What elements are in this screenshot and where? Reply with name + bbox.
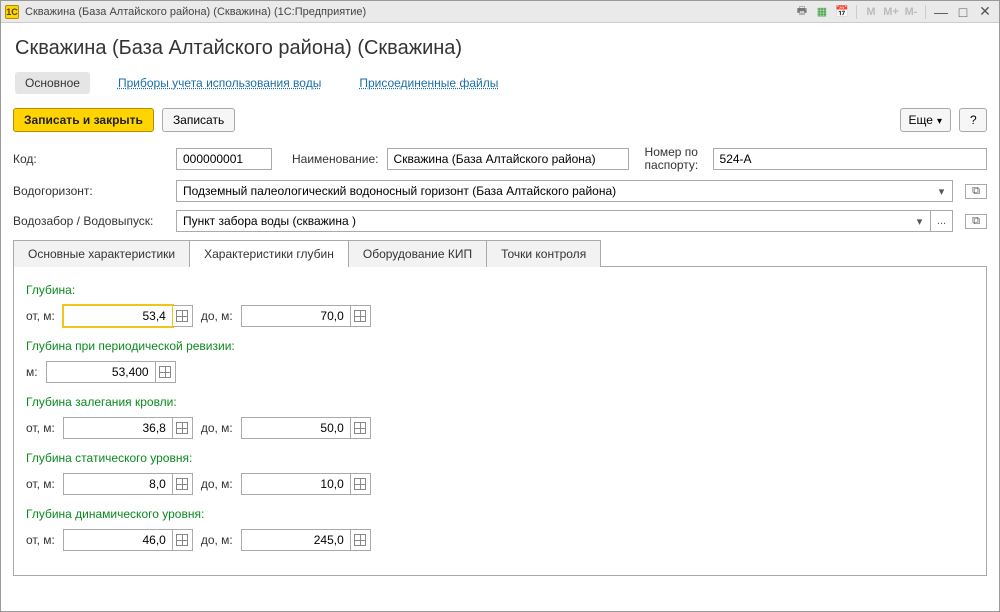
- calculator-icon[interactable]: [173, 305, 193, 327]
- tab-control-points[interactable]: Точки контроля: [486, 240, 601, 267]
- depth-to-label: до, м:: [201, 309, 233, 323]
- calc-toolbar-icon[interactable]: ▦: [813, 4, 831, 20]
- roof-to-input[interactable]: [241, 417, 351, 439]
- depth-to-input[interactable]: [241, 305, 351, 327]
- m-label: м:: [26, 365, 38, 379]
- page-title: Скважина (База Алтайского района) (Скваж…: [15, 37, 987, 60]
- dynamic-from-label: от, м:: [26, 533, 55, 547]
- depth-from-input[interactable]: [63, 305, 173, 327]
- minimize-button[interactable]: —: [931, 4, 951, 20]
- memory-mminus-icon[interactable]: M-: [902, 4, 920, 20]
- calendar-icon[interactable]: 📅: [833, 4, 851, 20]
- tab-equipment[interactable]: Оборудование КИП: [348, 240, 487, 267]
- code-label: Код:: [13, 152, 168, 166]
- static-level-label: Глубина статического уровня:: [26, 451, 974, 465]
- revision-depth-wrap: [46, 361, 176, 383]
- intake-open-button[interactable]: [965, 214, 987, 229]
- separator: [925, 5, 926, 19]
- static-to-input[interactable]: [241, 473, 351, 495]
- calculator-icon[interactable]: [173, 417, 193, 439]
- static-from-input[interactable]: [63, 473, 173, 495]
- intake-select-button[interactable]: [931, 210, 953, 232]
- nav-files[interactable]: Присоединенные файлы: [349, 72, 508, 94]
- name-label: Наименование:: [292, 152, 379, 166]
- help-button[interactable]: ?: [959, 108, 987, 132]
- tabs: Основные характеристики Характеристики г…: [13, 240, 987, 576]
- depth-group-label: Глубина:: [26, 283, 974, 297]
- dynamic-to-input[interactable]: [241, 529, 351, 551]
- horizon-combo: [176, 180, 953, 202]
- calculator-icon[interactable]: [173, 529, 193, 551]
- intake-label: Водозабор / Водовыпуск:: [13, 214, 168, 228]
- depth-from-wrap: [63, 305, 193, 327]
- revision-depth-input[interactable]: [46, 361, 156, 383]
- static-from-label: от, м:: [26, 477, 55, 491]
- depth-to-wrap: [241, 305, 371, 327]
- revision-depth-label: Глубина при периодической ревизии:: [26, 339, 974, 353]
- tab-depth-chars[interactable]: Характеристики глубин: [189, 240, 349, 267]
- dynamic-from-input[interactable]: [63, 529, 173, 551]
- more-label: Еще: [909, 113, 933, 127]
- close-button[interactable]: ✕: [975, 3, 995, 20]
- calculator-icon[interactable]: [351, 305, 371, 327]
- calculator-icon[interactable]: [156, 361, 176, 383]
- intake-dropdown-button[interactable]: [909, 210, 931, 232]
- calculator-icon[interactable]: [351, 529, 371, 551]
- horizon-open-button[interactable]: [965, 184, 987, 199]
- roof-depth-label: Глубина залегания кровли:: [26, 395, 974, 409]
- tabpanel-depth: Глубина: от, м: до, м: Глубина при перио…: [13, 266, 987, 576]
- roof-to-label: до, м:: [201, 421, 233, 435]
- more-button[interactable]: Еще ▾: [900, 108, 951, 132]
- write-and-close-button[interactable]: Записать и закрыть: [13, 108, 154, 132]
- separator: [856, 5, 857, 19]
- horizon-label: Водогоризонт:: [13, 184, 168, 198]
- nav-main[interactable]: Основное: [15, 72, 90, 94]
- dynamic-level-label: Глубина динамического уровня:: [26, 507, 974, 521]
- horizon-input[interactable]: [176, 180, 931, 202]
- section-nav: Основное Приборы учета использования вод…: [13, 72, 987, 94]
- calculator-icon[interactable]: [351, 473, 371, 495]
- app-logo-icon: 1C: [5, 5, 19, 19]
- print-icon[interactable]: 🖶: [793, 4, 811, 20]
- maximize-button[interactable]: □: [953, 4, 973, 20]
- tab-main-chars[interactable]: Основные характеристики: [13, 240, 190, 267]
- roof-from-label: от, м:: [26, 421, 55, 435]
- write-button[interactable]: Записать: [162, 108, 235, 132]
- horizon-dropdown-button[interactable]: [931, 180, 953, 202]
- code-input[interactable]: [176, 148, 272, 170]
- name-input[interactable]: [387, 148, 629, 170]
- titlebar: 1C Скважина (База Алтайского района) (Ск…: [1, 1, 999, 23]
- toolbar: Записать и закрыть Записать Еще ▾ ?: [13, 108, 987, 132]
- static-to-label: до, м:: [201, 477, 233, 491]
- passport-label: Номер по паспорту:: [645, 146, 705, 172]
- roof-from-input[interactable]: [63, 417, 173, 439]
- nav-meters[interactable]: Приборы учета использования воды: [108, 72, 331, 94]
- intake-combo: [176, 210, 953, 232]
- intake-input[interactable]: [176, 210, 909, 232]
- window-title: Скважина (База Алтайского района) (Скваж…: [25, 6, 366, 18]
- chevron-down-icon: ▾: [937, 116, 942, 127]
- passport-input[interactable]: [713, 148, 987, 170]
- dynamic-to-label: до, м:: [201, 533, 233, 547]
- calculator-icon[interactable]: [351, 417, 371, 439]
- depth-from-label: от, м:: [26, 309, 55, 323]
- tabbar: Основные характеристики Характеристики г…: [13, 240, 987, 267]
- memory-mplus-icon[interactable]: M+: [882, 4, 900, 20]
- calculator-icon[interactable]: [173, 473, 193, 495]
- memory-m-icon[interactable]: M: [862, 4, 880, 20]
